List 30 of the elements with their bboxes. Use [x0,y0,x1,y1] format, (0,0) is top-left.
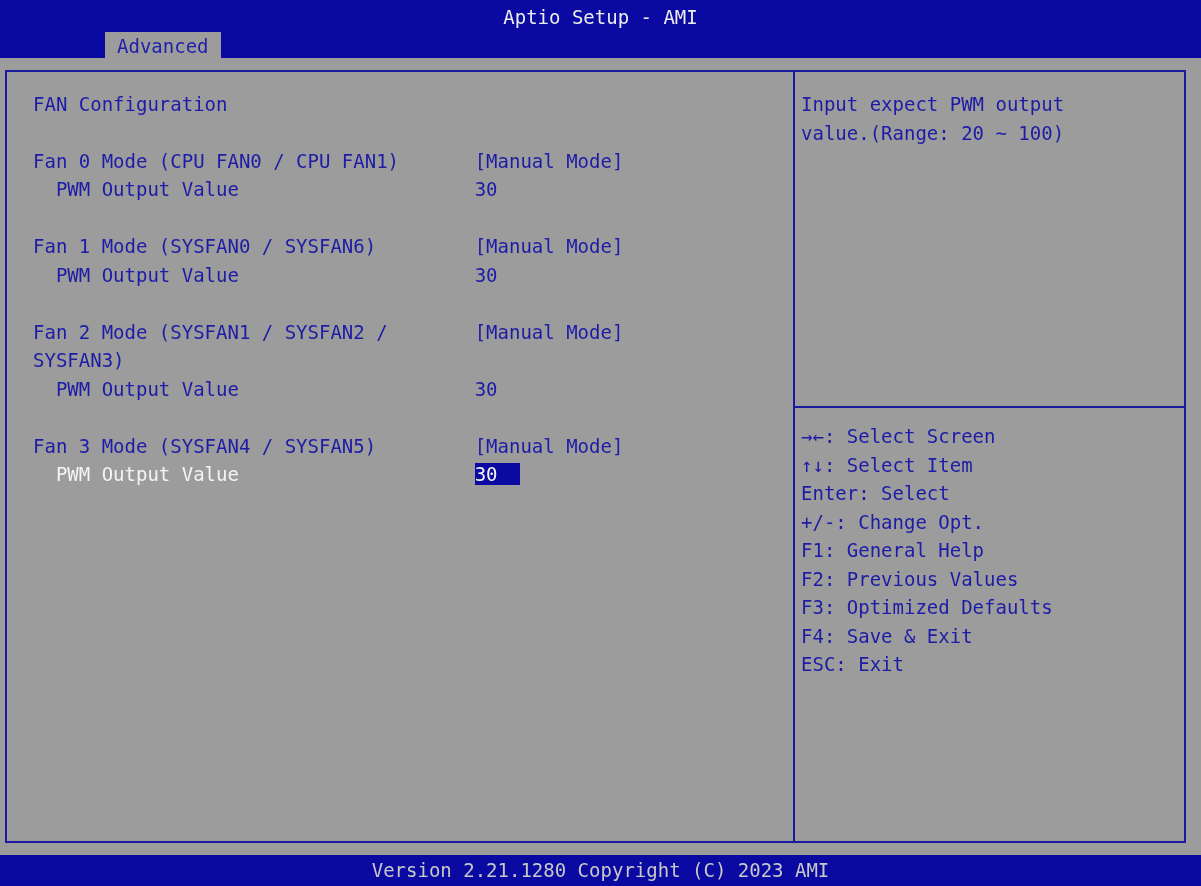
key-help-line: F3: Optimized Defaults [801,595,1054,620]
setting-value[interactable]: [Manual Mode] [474,434,624,457]
setting-label[interactable]: Fan 2 Mode (SYSFAN1 / SYSFAN2 / SYSFAN3) [33,317,468,375]
help-text: Input expect PWM output value.(Range: 20 ~ 100) [800,92,1066,146]
key-help-line: Enter: Select [801,481,951,506]
setting-label[interactable]: Fan 1 Mode (SYSFAN0 / SYSFAN6) [33,232,468,261]
setting-value[interactable]: [Manual Mode] [474,149,624,172]
setting-value[interactable]: 30 [474,377,498,400]
setting-label[interactable]: PWM Output Value [55,175,468,204]
setting-value[interactable]: 30 [474,178,498,200]
setting-label[interactable]: PWM Output Value [55,374,468,403]
section-title: FAN Configuration [33,92,229,117]
key-help-line: F1: General Help [801,538,986,563]
key-help-line: +/-: Change Opt. [801,509,986,535]
setting-label[interactable]: PWM Output Value [55,460,468,489]
setting-value[interactable]: 30 [474,263,498,286]
setting-label[interactable]: PWM Output Value [55,260,468,289]
key-help-line: F4: Save & Exit [801,623,974,649]
key-help-line: ESC: Exit [801,652,905,677]
setting-value[interactable]: 30 [474,463,521,485]
menu-tab[interactable]: Advanced [105,32,221,58]
key-help-line: →←: Select Screen [801,424,997,449]
setting-value[interactable]: [Manual Mode] [474,235,624,257]
window-title: Aptio Setup - AMI [502,5,699,29]
setting-label[interactable]: Fan 3 Mode (SYSFAN4 / SYSFAN5) [33,431,468,460]
key-help-line: F2: Previous Values [801,566,1020,592]
key-help-line: ↑↓: Select Item [801,452,974,478]
setting-label[interactable]: Fan 0 Mode (CPU FAN0 / CPU FAN1) [33,146,468,175]
setting-value[interactable]: [Manual Mode] [474,320,624,343]
version-footer: Version 2.21.1280 Copyright (C) 2023 AMI [371,859,830,881]
